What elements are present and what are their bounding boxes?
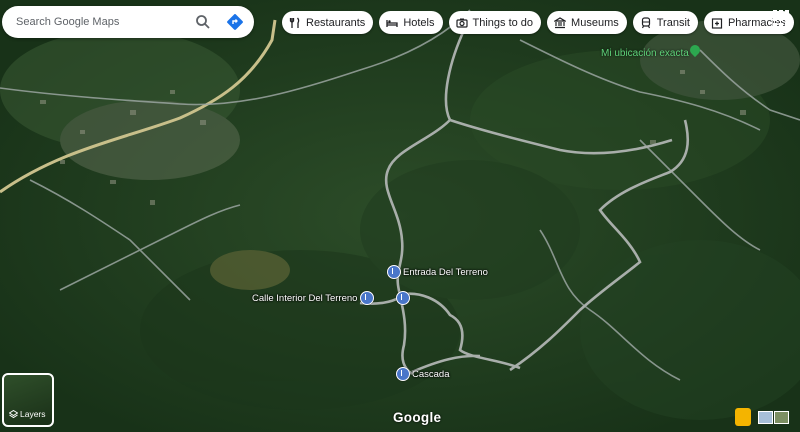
marker-icon[interactable] [396,291,410,305]
chip-label: Things to do [472,16,534,29]
fork-knife-icon [289,17,301,29]
category-chips: Restaurants Hotels Things to do Museums … [282,11,800,34]
chip-label: Transit [656,16,690,29]
layers-label: Layers [20,409,46,419]
pharmacy-icon [711,17,723,29]
search-icon[interactable] [190,9,216,35]
chip-hotels[interactable]: Hotels [379,11,443,34]
marker-calle-icon[interactable] [360,291,374,305]
train-icon [640,16,652,29]
layers-button[interactable]: Layers [2,373,54,427]
marker-entrada-label[interactable]: Entrada Del Terreno [403,267,488,278]
marker-cascada-icon[interactable] [396,367,410,381]
chip-label: Restaurants [306,16,366,29]
street-view-icon[interactable] [758,411,773,424]
chip-restaurants[interactable]: Restaurants [282,11,374,34]
bed-icon [386,17,398,29]
apps-grid-icon[interactable] [773,10,791,28]
terrain-icon[interactable] [774,411,789,424]
search-input[interactable]: Search Google Maps [2,16,190,28]
marker-calle-label[interactable]: Calle Interior Del Terreno [252,293,357,304]
marker-cascada-label[interactable]: Cascada [412,369,450,380]
search-box[interactable]: Search Google Maps [2,6,254,38]
chip-things-to-do[interactable]: Things to do [448,11,542,34]
chip-label: Museums [571,16,619,29]
chip-transit[interactable]: Transit [632,11,698,34]
my-location-label[interactable]: Mi ubicación exacta [601,48,689,59]
marker-entrada-icon[interactable] [387,265,401,279]
layers-icon [9,410,18,419]
museum-icon [554,16,567,29]
chip-museums[interactable]: Museums [547,11,627,34]
google-logo: Google [393,410,442,425]
directions-icon[interactable] [222,9,248,35]
chip-label: Hotels [403,16,435,29]
pegman-icon[interactable] [735,408,751,426]
camera-icon [455,17,468,29]
